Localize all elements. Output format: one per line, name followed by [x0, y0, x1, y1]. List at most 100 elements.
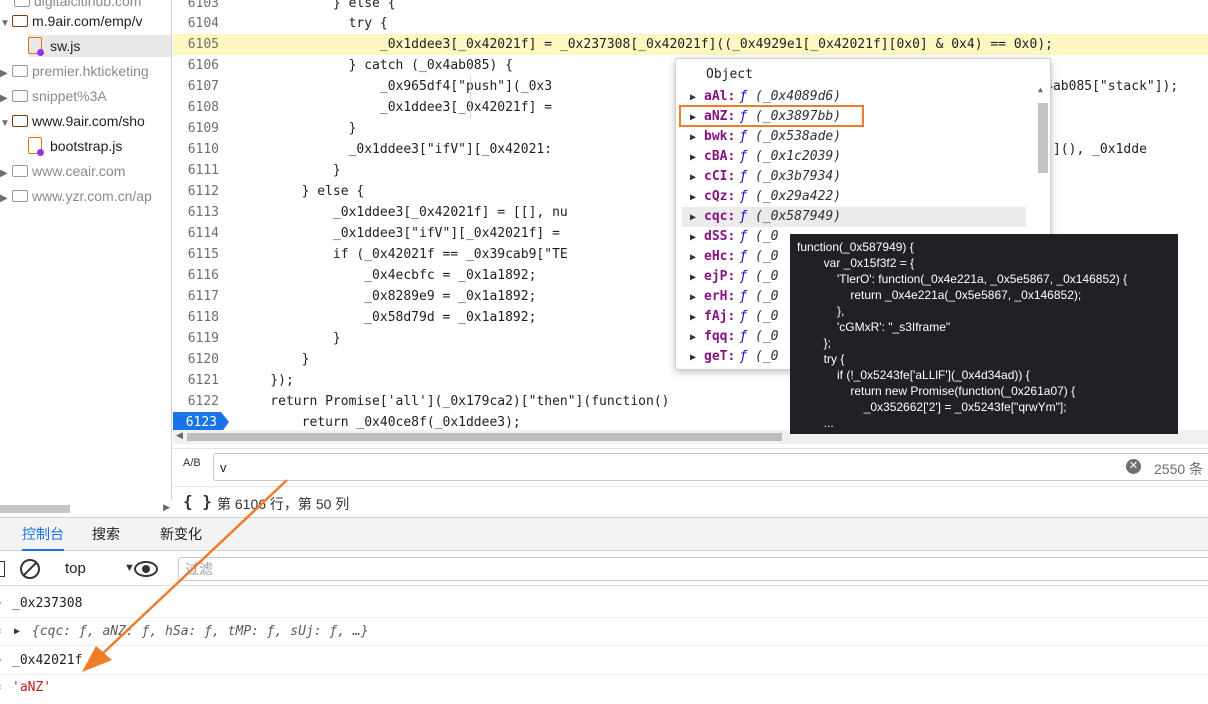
tree-item-sw-js[interactable]: sw.js [28, 35, 171, 57]
expand-triangle-icon[interactable]: ▶ [690, 248, 704, 268]
object-property-row[interactable]: ▶ geT: ƒ (_0 [690, 347, 778, 367]
tooltip-line: return _0x4e221a(_0x5e5867, _0x146852); [797, 288, 1082, 302]
folder-icon [14, 0, 30, 7]
expand-triangle-icon[interactable]: ▶ [690, 168, 704, 188]
object-property-row[interactable]: ▶ cQz: ƒ (_0x29a422) [690, 187, 841, 207]
search-match-count: 2550 条 [1154, 461, 1204, 477]
tree-item-ceair[interactable]: ▶ www.ceair.com [0, 160, 125, 182]
expand-triangle-icon[interactable]: ▶ [690, 328, 704, 348]
expand-triangle-icon[interactable]: ▶ [690, 288, 704, 308]
expand-triangle-icon[interactable]: ▶ [14, 618, 20, 646]
console-output-result[interactable]: ‹ 'aNZ' [0, 674, 1208, 702]
expand-triangle-icon[interactable]: ▶ [690, 308, 704, 328]
console-toolbar: top ▼ [0, 552, 1208, 586]
tooltip-line: 'cGMxR': "_s3Iframe" [797, 320, 951, 334]
object-property-row[interactable]: ▶ eHc: ƒ (_0 [690, 247, 778, 267]
folder-icon [12, 190, 28, 202]
tooltip-line: try { [797, 352, 845, 366]
folder-open-icon [12, 115, 28, 127]
input-prompt-icon: › [0, 647, 3, 675]
tooltip-line: if (!_0x5243fe['aLLlF'](_0x4d34ad)) { [797, 368, 1030, 382]
tooltip-line: ... [797, 416, 834, 430]
chevron-right-icon: ▶ [0, 93, 8, 104]
source-search-input[interactable] [213, 453, 1208, 481]
tab-search[interactable]: 搜索 [92, 518, 120, 551]
context-selector[interactable]: top [65, 560, 86, 577]
expand-triangle-icon[interactable]: ▶ [690, 188, 704, 208]
scroll-left-arrow-icon[interactable]: ◀ [176, 430, 183, 441]
sidebar-toggle-icon[interactable] [0, 561, 5, 577]
clear-search-icon[interactable]: ✕ [1126, 459, 1141, 474]
scrollbar-thumb[interactable] [1038, 103, 1048, 173]
source-search-bar: A/B ✕ 2550 条 [173, 448, 1208, 484]
function-source-tooltip: function(_0x587949) { var _0x15f3f2 = { … [790, 234, 1178, 434]
tooltip-line: var _0x15f3f2 = { [797, 256, 915, 270]
tree-item-bootstrap-js[interactable]: bootstrap.js [28, 135, 122, 157]
cursor-position: 第 6106 行，第 50 列 [217, 496, 350, 512]
tooltip-line: _0x352662['2'] = _0x5243fe["qrwYm"]; [797, 400, 1067, 414]
code-line[interactable]: 6104 try { [173, 13, 1208, 34]
tree-item-www-9air[interactable]: ▼ www.9air.com/sho [0, 110, 145, 132]
expand-triangle-icon[interactable]: ▶ [690, 148, 704, 168]
object-property-row[interactable]: ▶ ejP: ƒ (_0 [690, 267, 778, 287]
tree-item-premier-hkticketing[interactable]: ▶ premier.hkticketing [0, 60, 149, 82]
js-file-icon [28, 137, 44, 156]
live-expression-eye-icon[interactable] [134, 561, 158, 577]
chevron-down-icon: ▼ [0, 118, 10, 129]
console-filter-input[interactable] [178, 557, 1208, 581]
object-property-row[interactable]: ▶ bwk: ƒ (_0x538ade) [690, 127, 841, 147]
object-property-row[interactable]: ▶ cBA: ƒ (_0x1c2039) [690, 147, 841, 167]
tooltip-line: }; [797, 336, 832, 350]
output-prompt-icon: ‹ [0, 618, 3, 646]
input-prompt-icon: › [0, 590, 3, 618]
annotation-highlight-box [679, 105, 864, 127]
code-line-current[interactable]: 6105 _0x1ddee3[_0x42021f] = _0x237308[_0… [173, 34, 1208, 55]
object-property-row[interactable]: ▶ fqq: ƒ (_0 [690, 327, 778, 347]
object-property-row[interactable]: ▶ dSS: ƒ (_0 [690, 227, 778, 247]
code-line[interactable]: 6103 } else { [173, 0, 1208, 14]
pretty-print-icon[interactable]: { } [183, 492, 212, 511]
tree-item-snippet[interactable]: ▶ snippet%3A [0, 85, 107, 107]
console-output-object[interactable]: ‹ ▶ {cqc: ƒ, aNZ: ƒ, hSa: ƒ, tMP: ƒ, sUj… [0, 618, 1208, 646]
scroll-up-arrow-icon[interactable]: ▲ [1038, 85, 1043, 94]
scroll-right-arrow-icon[interactable]: ▶ [163, 502, 170, 513]
chevron-right-icon: ▶ [0, 68, 8, 79]
tab-console[interactable]: 控制台 [22, 518, 64, 551]
tab-changes[interactable]: 新变化 [160, 518, 202, 551]
tooltip-line: }, [797, 304, 845, 318]
js-file-icon [28, 37, 44, 56]
expand-triangle-icon[interactable]: ▶ [690, 208, 704, 228]
indent-guide [470, 76, 471, 118]
object-property-row[interactable]: ▶ cCI: ƒ (_0x3b7934) [690, 167, 841, 187]
folder-icon [12, 65, 28, 77]
console-input-line[interactable]: › _0x237308 [0, 590, 1208, 618]
expand-triangle-icon[interactable]: ▶ [690, 228, 704, 248]
scrollbar-thumb[interactable] [187, 433, 782, 441]
expand-triangle-icon[interactable]: ▶ [690, 128, 704, 148]
expand-triangle-icon[interactable]: ▶ [690, 348, 704, 368]
drawer-tab-bar: 控制台 搜索 新变化 [0, 517, 1208, 551]
console-input-line[interactable]: › _0x42021f [0, 647, 1208, 675]
object-property-row-hovered[interactable]: ▶ cqc: ƒ (_0x587949) [682, 207, 1026, 227]
chevron-right-icon: ▶ [0, 193, 8, 204]
folder-icon [12, 90, 28, 102]
object-property-row[interactable]: ▶ erH: ƒ (_0 [690, 287, 778, 307]
chevron-right-icon: ▶ [0, 168, 8, 179]
tree-item-yzr[interactable]: ▶ www.yzr.com.cn/ap [0, 185, 152, 207]
tooltip-line: 'TlerO': function(_0x4e221a, _0x5e5867, … [797, 272, 1128, 286]
expand-triangle-icon[interactable]: ▶ [690, 268, 704, 288]
clear-console-icon[interactable] [20, 559, 40, 579]
output-prompt-icon: ‹ [0, 674, 3, 702]
chevron-down-icon: ▼ [0, 18, 10, 29]
folder-open-icon [12, 15, 28, 27]
tree-horizontal-scrollbar[interactable]: ▶ [0, 502, 172, 516]
object-property-row[interactable]: ▶ fAj: ƒ (_0 [690, 307, 778, 327]
tooltip-line: return new Promise(function(_0x261a07) { [797, 384, 1076, 398]
match-case-icon[interactable]: A/B [183, 457, 201, 469]
editor-status-bar: { } 第 6106 行，第 50 列 [173, 486, 1208, 516]
tooltip-line: function(_0x587949) { [797, 240, 914, 254]
tree-item-m9air[interactable]: ▼ m.9air.com/emp/v [0, 10, 142, 32]
object-property-row[interactable]: ▶ aAl: ƒ (_0x4089d6) [690, 87, 841, 107]
popover-title: Object [706, 67, 753, 82]
scrollbar-thumb[interactable] [0, 505, 70, 513]
